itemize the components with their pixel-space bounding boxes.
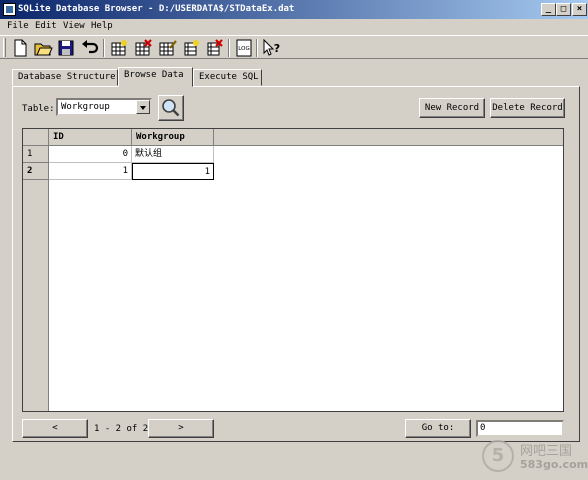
delete-table-icon[interactable] (133, 38, 153, 58)
menu-help[interactable]: Help (91, 21, 113, 31)
table-cell[interactable]: 1 (49, 163, 132, 180)
table-label: Table: (22, 104, 55, 114)
sql-log-icon[interactable]: LOG (234, 38, 254, 58)
search-icon (162, 99, 180, 117)
app-icon (3, 3, 16, 16)
search-button[interactable] (158, 95, 184, 121)
go-to-button[interactable]: Go to: (405, 419, 471, 438)
row-header[interactable]: 1 (23, 146, 49, 163)
toolbar-separator (103, 39, 105, 57)
new-database-icon[interactable] (10, 38, 30, 58)
whats-this-icon[interactable]: ? (262, 38, 282, 58)
watermark-name: 网吧三国 (520, 444, 573, 459)
menu-bar: File Edit View Help (0, 19, 588, 34)
column-header-id[interactable]: ID (49, 129, 132, 146)
chevron-down-icon[interactable] (136, 100, 150, 114)
save-icon[interactable] (56, 38, 76, 58)
delete-index-icon[interactable] (204, 38, 224, 58)
close-button[interactable]: × (572, 3, 587, 16)
tab-execute-sql[interactable]: Execute SQL (193, 69, 262, 86)
menu-edit[interactable]: Edit (35, 21, 57, 31)
new-record-button[interactable]: New Record (419, 98, 485, 118)
app-window: SQLite Database Browser - D:/USERDATA$/S… (0, 0, 588, 480)
data-grid[interactable]: ID Workgroup 1 0 默认组 2 1 1 (22, 128, 564, 412)
record-range: 1 - 2 of 2 (94, 424, 149, 434)
whats-this-icon-text: ? (274, 42, 280, 55)
row-header-current[interactable]: 2 (23, 163, 49, 180)
table-cell-current[interactable]: 1 (132, 163, 214, 180)
minimize-button[interactable]: _ (541, 3, 556, 16)
menu-view[interactable]: View (63, 21, 85, 31)
go-to-input[interactable]: 0 (476, 420, 564, 437)
table-select-value: Workgroup (61, 102, 110, 112)
column-header-workgroup[interactable]: Workgroup (132, 129, 214, 146)
toolbar-separator (228, 39, 230, 57)
watermark-logo: 5 (482, 440, 514, 472)
table-select[interactable]: Workgroup (56, 98, 152, 116)
undo-icon[interactable] (80, 38, 100, 58)
open-database-icon[interactable] (33, 38, 53, 58)
column-header-filler (214, 129, 563, 146)
tab-database-structure[interactable]: Database Structure (12, 69, 118, 86)
create-table-icon[interactable] (109, 38, 129, 58)
title-bar[interactable]: SQLite Database Browser - D:/USERDATA$/S… (0, 0, 588, 19)
create-index-icon[interactable] (181, 38, 201, 58)
main-toolbar: LOG ? (0, 35, 588, 59)
next-page-button[interactable]: > (148, 419, 214, 438)
toolbar-grip[interactable] (3, 38, 6, 57)
sql-log-icon-text: LOG (238, 46, 249, 52)
table-cell[interactable]: 0 (49, 146, 132, 163)
tab-browse-data[interactable]: Browse Data (118, 67, 193, 87)
menu-file[interactable]: File (7, 21, 29, 31)
toolbar-separator (256, 39, 258, 57)
modify-table-icon[interactable] (157, 38, 177, 58)
row-header-column (23, 146, 49, 411)
table-cell[interactable]: 默认组 (132, 146, 214, 163)
maximize-button[interactable]: □ (556, 3, 571, 16)
site-watermark: 5 网吧三国 583go.com (482, 438, 588, 476)
window-title: SQLite Database Browser - D:/USERDATA$/S… (18, 4, 295, 14)
previous-page-button[interactable]: < (22, 419, 88, 438)
grid-corner[interactable] (23, 129, 49, 146)
delete-record-button[interactable]: Delete Record (490, 98, 565, 118)
watermark-site: 583go.com (520, 458, 588, 471)
